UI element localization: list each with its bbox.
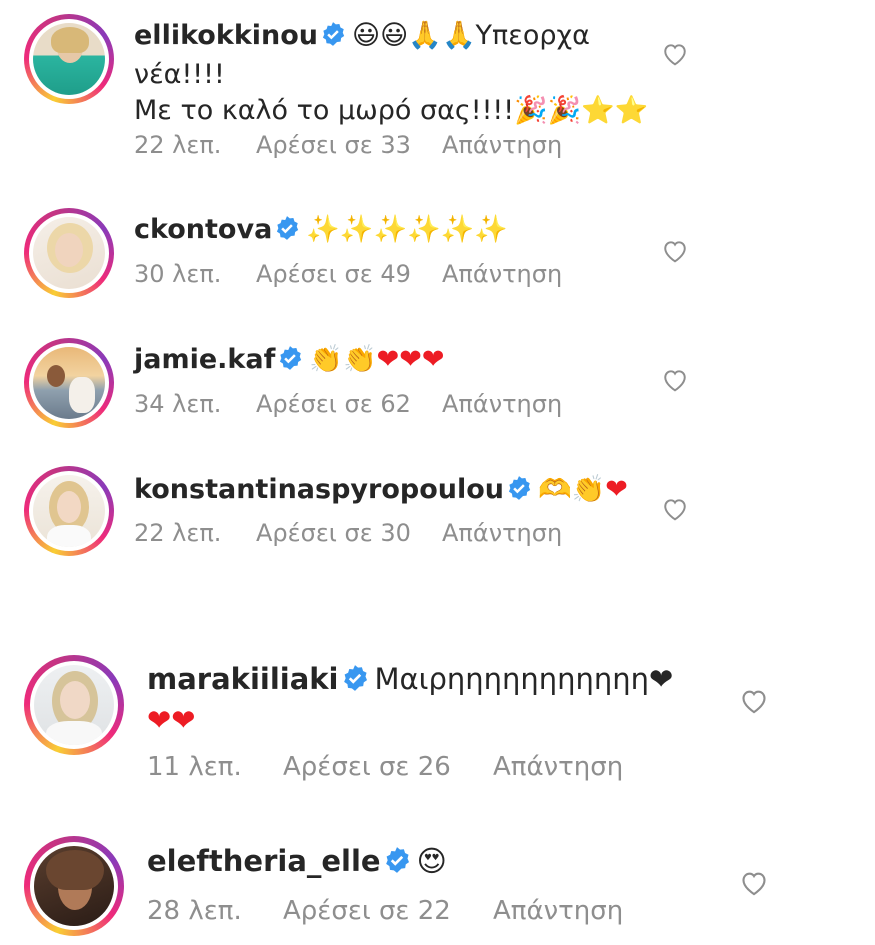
comment-text: 😍 xyxy=(416,844,447,878)
avatar[interactable] xyxy=(24,208,114,298)
comment-likes[interactable]: Αρέσει σε 22 xyxy=(283,896,493,926)
comment-timestamp: 11 λεπ. xyxy=(147,752,242,782)
reply-button[interactable]: Απάντηση xyxy=(442,390,562,418)
like-heart-icon[interactable] xyxy=(662,368,688,392)
comment-text: Μαιρηηηηηηηηηηη❤ xyxy=(374,662,674,696)
comment-timestamp: 34 λεπ. xyxy=(134,390,222,418)
comment-text-line: νέα!!!! xyxy=(134,59,225,90)
reply-button[interactable]: Απάντηση xyxy=(493,896,623,926)
reply-button[interactable]: Απάντηση xyxy=(493,752,623,782)
comment-username[interactable]: eleftheria_elle xyxy=(147,844,381,878)
avatar[interactable] xyxy=(24,466,114,556)
comment-text-line: ❤❤ xyxy=(147,703,196,737)
like-heart-icon[interactable] xyxy=(740,688,768,714)
comment-likes[interactable]: Αρέσει σε 33 xyxy=(256,131,442,159)
avatar[interactable] xyxy=(24,836,124,936)
like-heart-icon[interactable] xyxy=(662,497,688,521)
comment-likes[interactable]: Αρέσει σε 26 xyxy=(283,752,493,782)
comment-username[interactable]: marakiiliaki xyxy=(147,662,339,696)
verified-badge-icon xyxy=(506,475,532,511)
comment-text: 😃😃🙏🙏Υπεορχα xyxy=(352,20,590,51)
verified-badge-icon xyxy=(274,215,300,251)
reply-button[interactable]: Απάντηση xyxy=(442,519,562,547)
like-heart-icon[interactable] xyxy=(662,239,688,263)
comment-likes[interactable]: Αρέσει σε 30 xyxy=(256,519,442,547)
comment-likes[interactable]: Αρέσει σε 49 xyxy=(256,260,442,288)
comment-username[interactable]: konstantinaspyropoulou xyxy=(134,474,504,505)
like-heart-icon[interactable] xyxy=(662,42,688,66)
comment-timestamp: 22 λεπ. xyxy=(134,131,222,159)
comment-text: ✨✨✨✨✨✨ xyxy=(306,214,509,245)
reply-button[interactable]: Απάντηση xyxy=(442,131,562,159)
verified-badge-icon xyxy=(277,345,303,381)
avatar[interactable] xyxy=(24,14,114,104)
avatar[interactable] xyxy=(24,338,114,428)
like-heart-icon[interactable] xyxy=(740,870,768,896)
verified-badge-icon xyxy=(320,21,346,57)
comment-timestamp: 28 λεπ. xyxy=(147,896,242,926)
verified-badge-icon xyxy=(341,663,369,701)
avatar[interactable] xyxy=(24,655,124,755)
comment-text: 👏👏❤❤❤ xyxy=(309,344,445,375)
reply-button[interactable]: Απάντηση xyxy=(442,260,562,288)
comment-likes[interactable]: Αρέσει σε 62 xyxy=(256,390,442,418)
comment-text: 🫶👏❤ xyxy=(538,474,628,505)
comment-username[interactable]: ckontova xyxy=(134,214,272,245)
comment-text-line: Με το καλό το μωρό σας!!!!🎉🎉⭐⭐ xyxy=(134,95,649,126)
verified-badge-icon xyxy=(383,845,411,883)
comment-username[interactable]: ellikokkinou xyxy=(134,20,318,51)
comment-username[interactable]: jamie.kaf xyxy=(134,344,275,375)
comment-timestamp: 22 λεπ. xyxy=(134,519,222,547)
comment-timestamp: 30 λεπ. xyxy=(134,260,222,288)
